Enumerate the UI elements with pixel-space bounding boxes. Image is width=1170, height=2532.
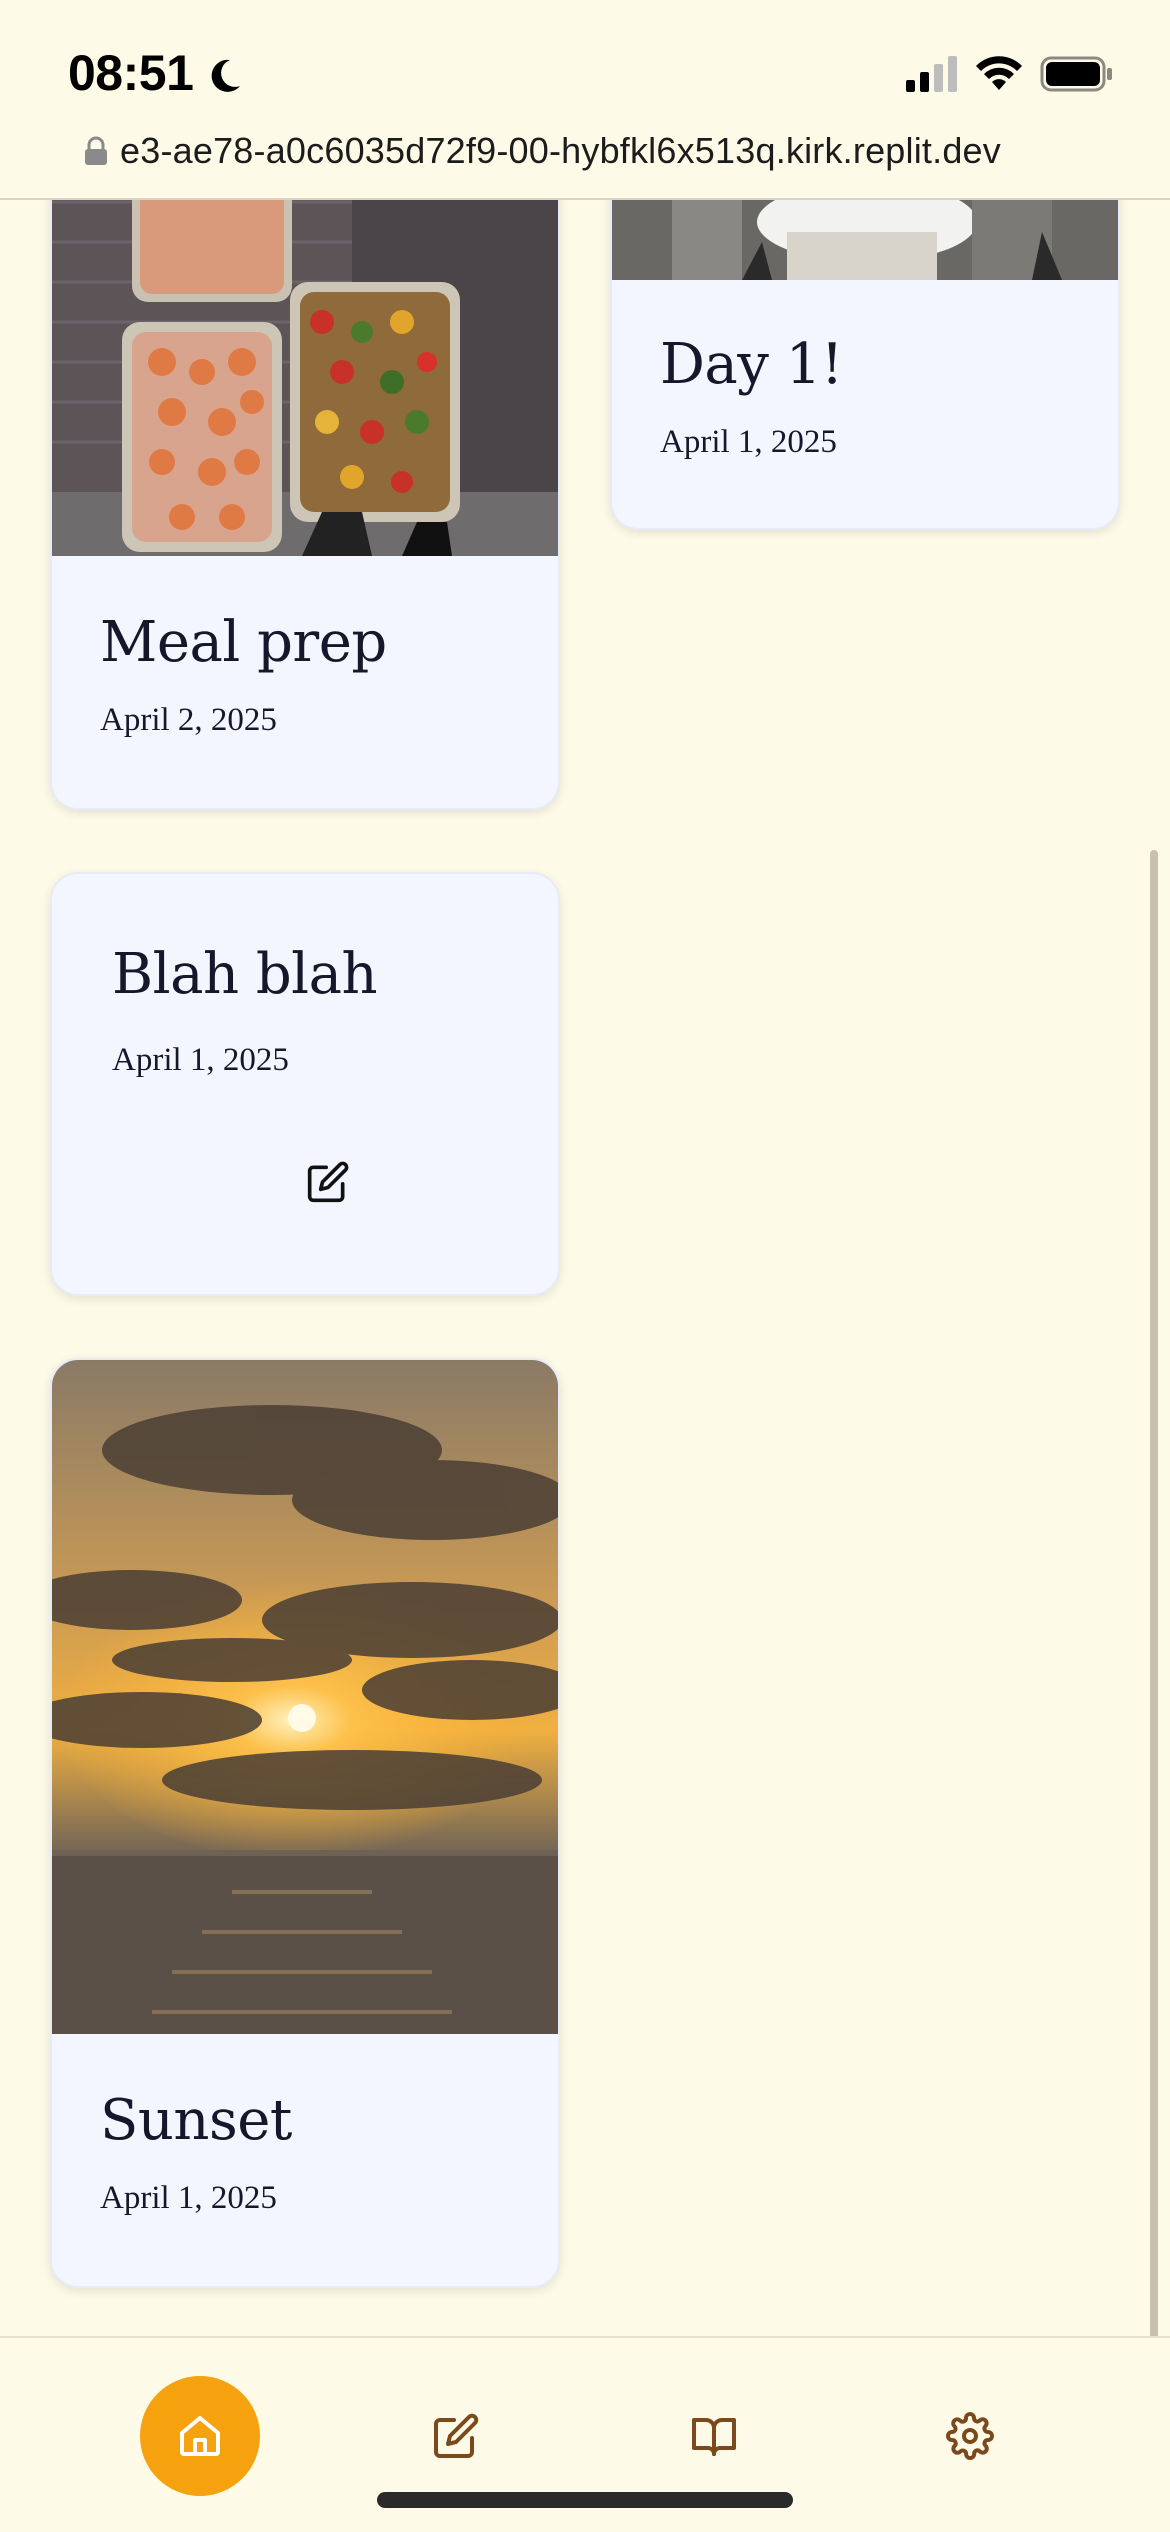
cellular-signal-icon	[906, 56, 957, 92]
entry-card-sunset[interactable]: Sunset April 1, 2025	[50, 1358, 560, 2288]
entry-title: Sunset	[100, 2088, 292, 2153]
entry-date: April 1, 2025	[660, 424, 837, 460]
entries-grid: Meal prep April 2, 2025 Day 1! April 1, …	[0, 200, 1170, 2336]
url-text: e3-ae78-a0c6035d72f9-00-hybfkl6x513q.kir…	[120, 130, 1001, 171]
book-open-icon	[692, 2418, 736, 2456]
home-indicator	[377, 2492, 793, 2508]
entry-date: April 1, 2025	[112, 1042, 289, 1078]
entry-title: Meal prep	[100, 610, 387, 675]
nav-journal-button[interactable]	[654, 2376, 774, 2496]
moon-icon	[211, 59, 240, 92]
entry-date: April 1, 2025	[100, 2180, 277, 2216]
address-bar[interactable]: e3-ae78-a0c6035d72f9-00-hybfkl6x513q.kir…	[0, 126, 1170, 198]
home-icon	[180, 2416, 220, 2456]
entry-title: Day 1!	[660, 332, 843, 397]
status-time: 08:51	[68, 45, 194, 101]
entry-card-meal-prep[interactable]: Meal prep April 2, 2025	[50, 200, 560, 810]
battery-icon	[1040, 56, 1112, 92]
status-bar: 08:51 e3-ae78-a0c6035d72f9-00-hybfkl6x51…	[0, 0, 1170, 171]
lock-icon	[85, 136, 107, 165]
entry-date: April 2, 2025	[100, 702, 277, 738]
edit-icon[interactable]	[306, 1160, 350, 1204]
nav-settings-button[interactable]	[910, 2376, 1030, 2496]
scrollbar[interactable]	[1150, 850, 1158, 2350]
wifi-icon	[976, 56, 1022, 90]
nav-write-button[interactable]	[396, 2376, 516, 2496]
entry-photo	[52, 1360, 558, 2034]
entry-photo	[52, 200, 558, 556]
entry-card-blah-blah[interactable]: Blah blah April 1, 2025	[50, 872, 560, 1296]
entry-photo	[612, 200, 1118, 280]
entry-card-day-1[interactable]: Day 1! April 1, 2025	[610, 200, 1120, 530]
nav-home-button[interactable]	[140, 2376, 260, 2496]
gear-icon	[946, 2412, 994, 2460]
entry-title: Blah blah	[112, 942, 378, 1007]
edit-icon	[434, 2413, 479, 2458]
